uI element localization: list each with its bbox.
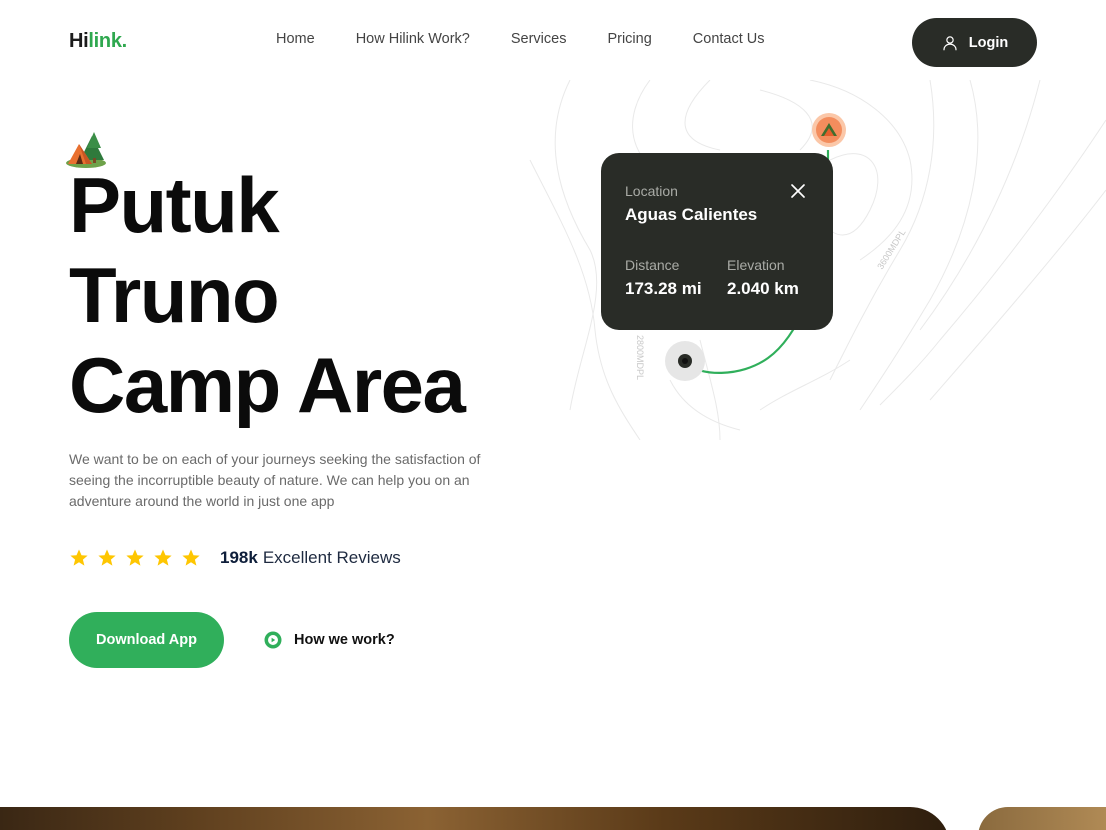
- login-button[interactable]: Login: [912, 18, 1037, 67]
- login-label: Login: [968, 34, 1009, 51]
- hero-title-line-3: Camp Area: [69, 341, 466, 429]
- user-icon: [943, 35, 957, 50]
- reviews-count: 198k: [220, 548, 258, 567]
- nav-link-how-hilink-work[interactable]: How Hilink Work?: [356, 31, 470, 47]
- logo-part-2: link.: [88, 30, 127, 52]
- contour-label-2: 2800MDPL: [635, 335, 645, 380]
- logo[interactable]: Hilink.: [69, 30, 127, 53]
- reviews-label: Excellent Reviews: [262, 548, 401, 567]
- star-icon: [98, 549, 116, 566]
- feature-image: [0, 807, 950, 830]
- how-we-work-label: How we work?: [294, 632, 395, 648]
- play-icon: [264, 631, 282, 649]
- close-icon[interactable]: [789, 182, 807, 200]
- star-icon: [126, 549, 144, 566]
- elevation-label: Elevation: [727, 257, 785, 273]
- download-app-button[interactable]: Download App: [69, 612, 224, 668]
- feature-image-secondary: [978, 807, 1106, 830]
- location-card: Location Aguas Calientes Distance 173.28…: [601, 153, 833, 330]
- logo-part-1: Hi: [69, 30, 89, 52]
- nav-link-services[interactable]: Services: [511, 31, 567, 47]
- nav-links: Home How Hilink Work? Services Pricing C…: [276, 31, 806, 47]
- hero-description: We want to be on each of your journeys s…: [69, 451, 481, 509]
- star-icon: [154, 549, 172, 566]
- reviews: 198k Excellent Reviews: [69, 548, 401, 568]
- hero-title: Putuk Truno Camp Area: [69, 160, 466, 430]
- star-icon: [182, 549, 200, 566]
- rating-stars: [69, 548, 201, 568]
- nav-link-home[interactable]: Home: [276, 31, 315, 47]
- destination-pin[interactable]: [812, 113, 846, 147]
- distance-label: Distance: [625, 257, 680, 273]
- nav-link-contact-us[interactable]: Contact Us: [693, 31, 765, 47]
- hero-title-line-1: Putuk: [69, 161, 280, 249]
- navbar: Hilink. Home How Hilink Work? Services P…: [0, 0, 1106, 84]
- elevation-value: 2.040 km: [727, 279, 799, 298]
- location-label: Location: [625, 183, 678, 199]
- hero-title-line-2: Truno: [69, 251, 280, 339]
- how-we-work-link[interactable]: How we work?: [264, 631, 395, 649]
- distance-value: 173.28 mi: [625, 279, 702, 298]
- nav-link-pricing[interactable]: Pricing: [607, 31, 651, 47]
- star-icon: [70, 549, 88, 566]
- location-value: Aguas Calientes: [625, 205, 758, 224]
